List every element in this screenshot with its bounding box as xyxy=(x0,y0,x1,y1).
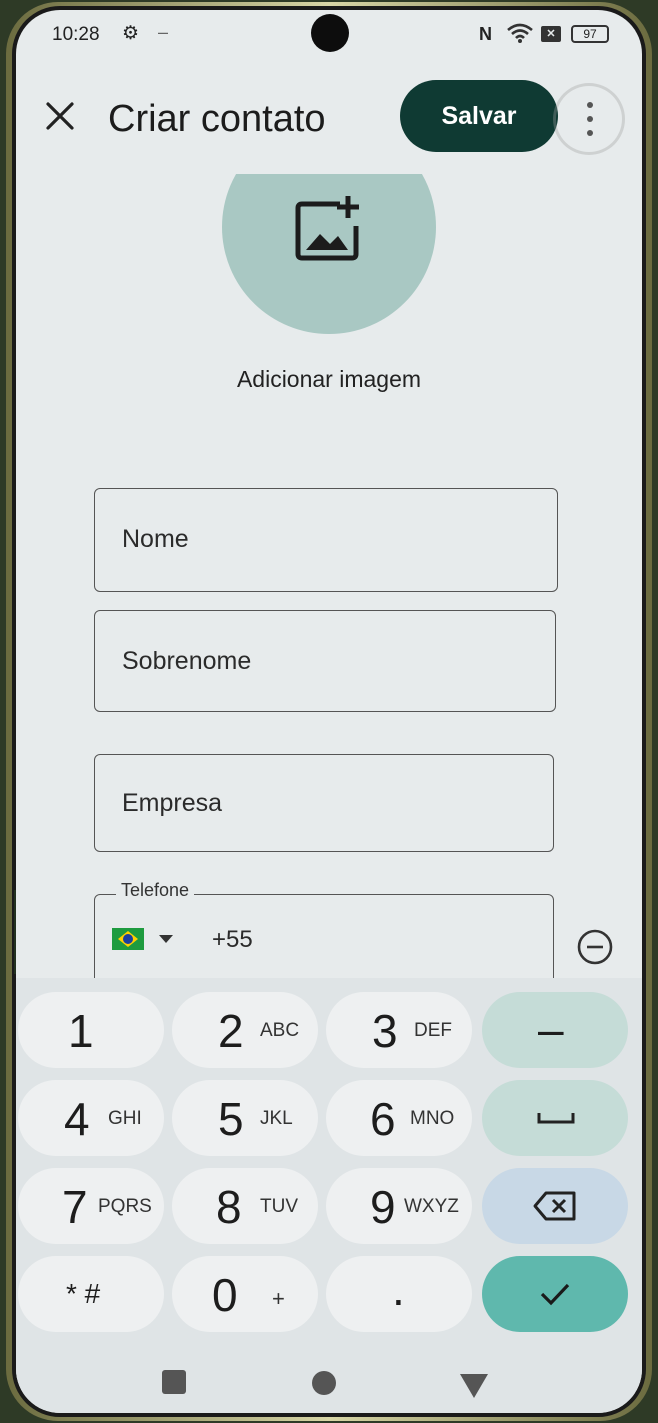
last-name-field[interactable]: Sobrenome xyxy=(94,610,556,712)
dot-icon xyxy=(587,102,593,108)
key-digit: 8 xyxy=(216,1181,242,1233)
checkmark-icon xyxy=(540,1283,570,1306)
key-letters: ABC xyxy=(260,1020,300,1041)
key-star-hash[interactable]: * # xyxy=(18,1256,164,1332)
key-letters: PQRS xyxy=(98,1196,152,1217)
gear-icon: ⚙ xyxy=(122,23,140,44)
first-name-field[interactable]: Nome xyxy=(94,488,558,592)
dot-icon xyxy=(587,116,593,122)
first-name-placeholder: Nome xyxy=(122,525,189,553)
space-key[interactable] xyxy=(482,1080,628,1156)
flag-globe xyxy=(123,934,133,944)
key-digit: 6 xyxy=(370,1093,396,1145)
key-symbol: – xyxy=(538,1003,564,1055)
caret-down-icon[interactable] xyxy=(159,935,173,943)
key-symbol: * # xyxy=(66,1278,101,1309)
recents-button[interactable] xyxy=(162,1370,186,1394)
phone-screen: 10:28 ⚙ – N ✕ 97 Criar contato Salvar Ad… xyxy=(16,10,642,1413)
close-box-icon: ✕ xyxy=(541,26,561,42)
key-1[interactable]: 1 xyxy=(18,992,164,1068)
key-symbol: . xyxy=(392,1263,405,1315)
company-placeholder: Empresa xyxy=(122,789,223,817)
front-camera xyxy=(311,14,349,52)
backspace-key[interactable] xyxy=(482,1168,628,1244)
key-8[interactable]: 8 TUV xyxy=(172,1168,318,1244)
save-button[interactable]: Salvar xyxy=(400,80,558,152)
key-0[interactable]: 0 + xyxy=(172,1256,318,1332)
company-field[interactable]: Empresa xyxy=(94,754,554,852)
key-digit: 2 xyxy=(218,1005,244,1057)
dot-icon xyxy=(587,130,593,136)
key-letters: + xyxy=(272,1286,285,1311)
key-7[interactable]: 7 PQRS xyxy=(18,1168,164,1244)
key-letters: MNO xyxy=(410,1108,455,1129)
key-5[interactable]: 5 JKL xyxy=(172,1080,318,1156)
key-dash[interactable]: – xyxy=(482,992,628,1068)
key-9[interactable]: 9 WXYZ xyxy=(326,1168,472,1244)
phone-input[interactable]: +55 xyxy=(212,926,253,954)
numeric-keypad: 1 2 ABC 3 DEF – 4 GHI 5 JKL 6 MNO 7 PQRS… xyxy=(16,978,642,1413)
brazil-flag-icon[interactable] xyxy=(112,928,144,950)
key-2[interactable]: 2 ABC xyxy=(172,992,318,1068)
key-dot[interactable]: . xyxy=(326,1256,472,1332)
key-6[interactable]: 6 MNO xyxy=(326,1080,472,1156)
key-4[interactable]: 4 GHI xyxy=(18,1080,164,1156)
phone-label: Telefone xyxy=(116,880,195,901)
nfc-icon: N xyxy=(479,24,492,44)
last-name-placeholder: Sobrenome xyxy=(122,647,252,675)
space-icon xyxy=(537,1113,575,1124)
status-time: 10:28 xyxy=(52,24,100,45)
add-image-label[interactable]: Adicionar imagem xyxy=(16,366,642,393)
key-3[interactable]: 3 DEF xyxy=(326,992,472,1068)
key-digit: 9 xyxy=(370,1181,396,1233)
system-nav-bar xyxy=(16,1350,642,1413)
home-button[interactable] xyxy=(312,1371,336,1395)
key-letters: DEF xyxy=(414,1020,452,1041)
add-photo-icon[interactable] xyxy=(294,192,364,264)
battery-icon: 97 xyxy=(571,25,609,43)
close-button[interactable] xyxy=(38,94,82,138)
status-indicator: – xyxy=(158,22,169,42)
remove-phone-button[interactable] xyxy=(576,928,614,966)
key-digit: 7 xyxy=(62,1181,88,1233)
key-digit: 0 xyxy=(212,1269,238,1321)
key-letters: GHI xyxy=(108,1108,142,1129)
key-digit: 4 xyxy=(64,1093,90,1145)
back-button[interactable] xyxy=(460,1374,488,1398)
key-letters: WXYZ xyxy=(404,1196,459,1217)
more-options-button[interactable] xyxy=(556,86,622,152)
page-title: Criar contato xyxy=(108,98,326,140)
backspace-icon xyxy=(533,1191,576,1221)
key-letters: JKL xyxy=(260,1108,293,1129)
key-digit: 3 xyxy=(372,1005,398,1057)
wifi-icon xyxy=(507,23,533,43)
key-letters: TUV xyxy=(260,1196,298,1217)
key-digit: 5 xyxy=(218,1093,244,1145)
confirm-key[interactable] xyxy=(482,1256,628,1332)
key-digit: 1 xyxy=(68,1005,94,1057)
